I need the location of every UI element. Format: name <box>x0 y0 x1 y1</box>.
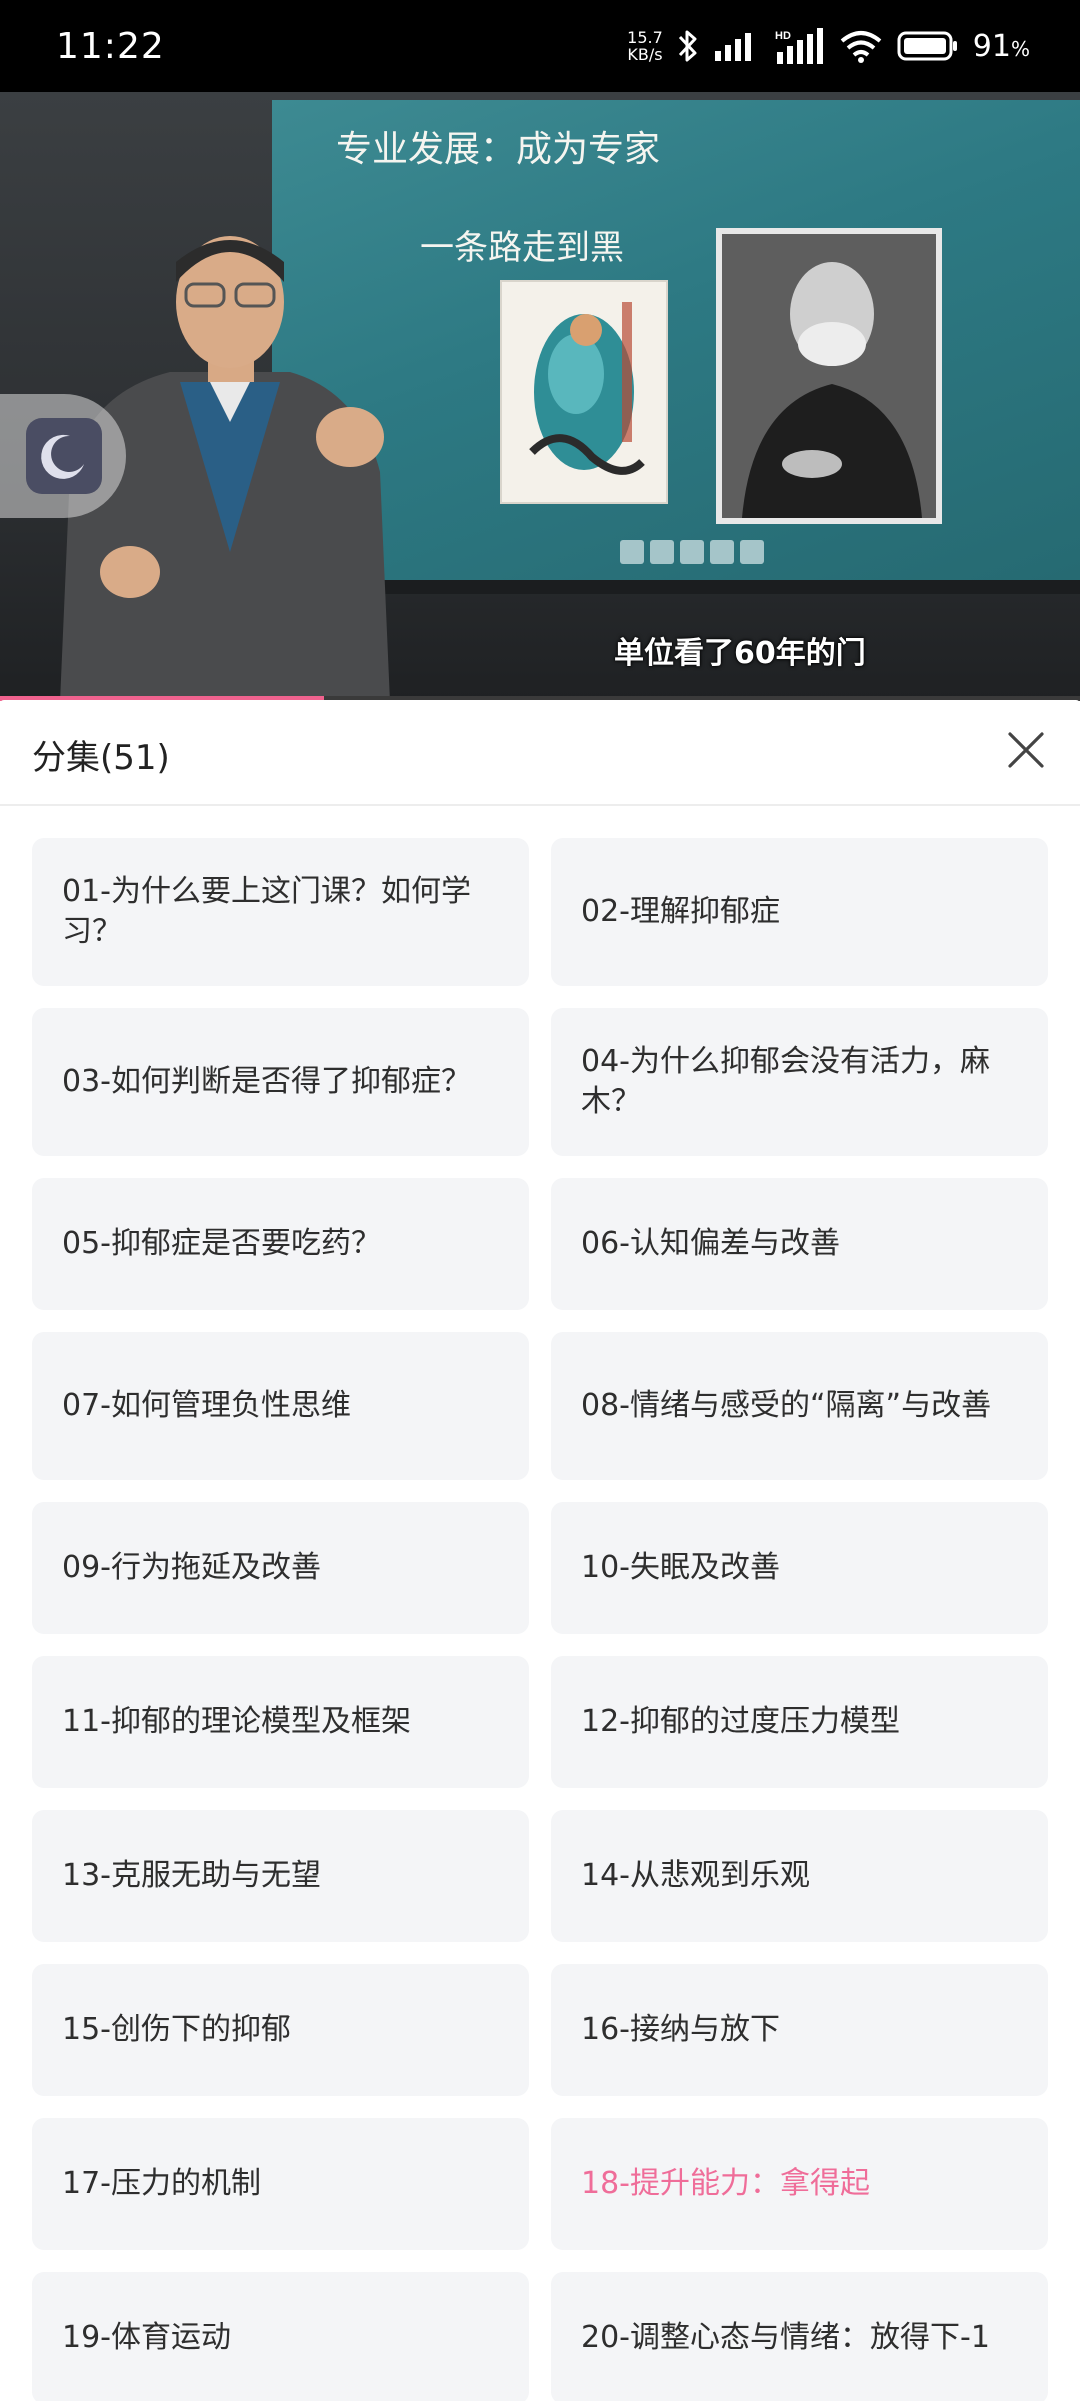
episode-label: 11-抑郁的理论模型及框架 <box>62 1704 411 1739</box>
episode-item[interactable]: 16-接纳与放下 <box>551 1964 1048 2096</box>
sleep-timer-icon-bg <box>26 418 102 494</box>
episode-label: 18-提升能力：拿得起 <box>581 2166 870 2201</box>
episode-item[interactable]: 19-体育运动 <box>32 2272 529 2401</box>
moon-icon <box>26 434 102 498</box>
episode-label: 05-抑郁症是否要吃药？ <box>62 1226 381 1261</box>
network-speed-value: 15.7 <box>627 28 663 47</box>
video-player[interactable]: 专业发展：成为专家 一条路走到黑 单位看了60年的门 <box>0 92 1080 700</box>
episode-label: 12-抑郁的过度压力模型 <box>581 1704 900 1739</box>
slide-control <box>740 540 764 564</box>
bluetooth-icon <box>677 28 699 64</box>
network-speed: 15.7 KB/s <box>627 29 663 63</box>
status-time: 11:22 <box>56 26 165 67</box>
slide-control-buttons <box>620 540 764 564</box>
episode-label: 07-如何管理负性思维 <box>62 1388 351 1423</box>
panel-title: 分集(51) <box>32 738 170 778</box>
slide-control <box>680 540 704 564</box>
signal-icon <box>713 31 759 61</box>
episode-item[interactable]: 08-情绪与感受的“隔离”与改善 <box>551 1332 1048 1480</box>
episode-label: 10-失眠及改善 <box>581 1550 780 1585</box>
episode-label: 09-行为拖延及改善 <box>62 1550 321 1585</box>
battery-icon <box>897 31 959 61</box>
episode-item[interactable]: 10-失眠及改善 <box>551 1502 1048 1634</box>
episode-label: 03-如何判断是否得了抑郁症？ <box>62 1064 471 1099</box>
battery-percent-value: 91 <box>972 28 1011 64</box>
episode-item[interactable]: 06-认知偏差与改善 <box>551 1178 1048 1310</box>
episode-label: 15-创伤下的抑郁 <box>62 2012 291 2047</box>
slide-control <box>710 540 734 564</box>
episode-label: 16-接纳与放下 <box>581 2012 780 2047</box>
episode-label: 20-调整心态与情绪：放得下-1 <box>581 2320 990 2355</box>
episode-label: 06-认知偏差与改善 <box>581 1226 840 1261</box>
wifi-icon <box>839 29 883 63</box>
slide-painting-image <box>500 280 668 504</box>
slide-portrait-photo <box>716 228 942 524</box>
episode-item[interactable]: 07-如何管理负性思维 <box>32 1332 529 1480</box>
episode-label: 02-理解抑郁症 <box>581 894 780 929</box>
slide-title: 专业发展：成为专家 <box>336 129 661 170</box>
episode-item[interactable]: 05-抑郁症是否要吃药？ <box>32 1178 529 1310</box>
close-button[interactable] <box>998 724 1054 780</box>
episode-item[interactable]: 03-如何判断是否得了抑郁症？ <box>32 1008 529 1156</box>
episode-item[interactable]: 04-为什么抑郁会没有活力，麻木？ <box>551 1008 1048 1156</box>
episode-item[interactable]: 13-克服无助与无望 <box>32 1810 529 1942</box>
svg-text:HD: HD <box>775 30 791 42</box>
status-icons: 15.7 KB/s HD 91% <box>627 24 1030 68</box>
episodes-panel: 分集(51) 01-为什么要上这门课？如何学习？ 02-理解抑郁症 03-如何判… <box>0 700 1080 2401</box>
episode-item[interactable]: 01-为什么要上这门课？如何学习？ <box>32 838 529 986</box>
panel-header: 分集(51) <box>0 700 1080 806</box>
slide-subtitle: 一条路走到黑 <box>420 228 624 268</box>
episode-item[interactable]: 15-创伤下的抑郁 <box>32 1964 529 2096</box>
battery-percent-unit: % <box>1010 36 1030 61</box>
slide-control <box>620 540 644 564</box>
network-speed-unit: KB/s <box>627 45 663 64</box>
episode-label: 14-从悲观到乐观 <box>581 1858 810 1893</box>
sleep-timer-button[interactable] <box>0 394 126 518</box>
episode-label: 08-情绪与感受的“隔离”与改善 <box>581 1388 992 1423</box>
episode-item[interactable]: 20-调整心态与情绪：放得下-1 <box>551 2272 1048 2401</box>
episode-item[interactable]: 17-压力的机制 <box>32 2118 529 2250</box>
episode-label: 19-体育运动 <box>62 2320 231 2355</box>
episode-item[interactable]: 02-理解抑郁症 <box>551 838 1048 986</box>
episode-grid: 01-为什么要上这门课？如何学习？ 02-理解抑郁症 03-如何判断是否得了抑郁… <box>32 838 1048 2401</box>
video-caption: 单位看了60年的门 <box>614 636 866 671</box>
episode-item[interactable]: 11-抑郁的理论模型及框架 <box>32 1656 529 1788</box>
close-icon <box>1006 730 1046 774</box>
episode-label: 13-克服无助与无望 <box>62 1858 321 1893</box>
episode-item[interactable]: 09-行为拖延及改善 <box>32 1502 529 1634</box>
episode-label: 17-压力的机制 <box>62 2166 261 2201</box>
episode-item[interactable]: 12-抑郁的过度压力模型 <box>551 1656 1048 1788</box>
episode-label: 01-为什么要上这门课？如何学习？ <box>62 874 471 949</box>
episode-label: 04-为什么抑郁会没有活力，麻木？ <box>581 1044 990 1119</box>
slide-control <box>650 540 674 564</box>
signal-hd-icon: HD <box>773 28 825 64</box>
battery-percent: 91% <box>973 29 1030 64</box>
status-bar: 11:22 15.7 KB/s HD 91% <box>0 0 1080 92</box>
episode-item[interactable]: 14-从悲观到乐观 <box>551 1810 1048 1942</box>
episode-item-active[interactable]: 18-提升能力：拿得起 <box>551 2118 1048 2250</box>
